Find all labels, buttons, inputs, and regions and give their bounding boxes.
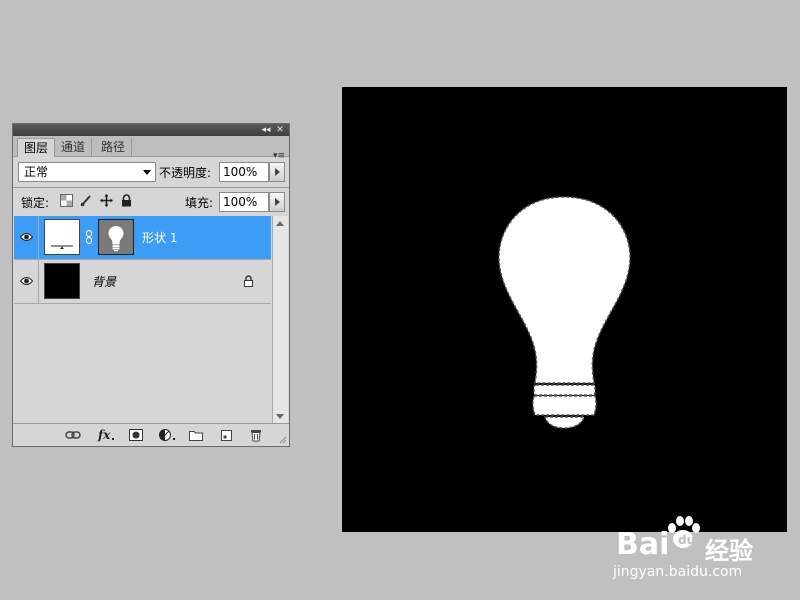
link-icon[interactable]: [65, 428, 81, 442]
visibility-toggle[interactable]: [14, 260, 39, 303]
layer-name[interactable]: 形状 1: [142, 229, 177, 246]
trash-icon[interactable]: [248, 428, 264, 442]
panel-bottom-bar: fx: [13, 423, 289, 446]
watermark-brand: Bai: [616, 527, 670, 562]
vector-mask-thumbnail: [98, 219, 134, 255]
layers-panel: ◂◂ ✕ 图层 通道 路径 ▾≡ 正常 不透明度: 100% 锁定: 填充: 1…: [12, 123, 290, 447]
layer-row-shape-1[interactable]: 形状 1: [14, 216, 271, 260]
adjustment-icon[interactable]: [158, 428, 178, 442]
scroll-down-icon[interactable]: [276, 414, 284, 419]
layer-row-background[interactable]: 背景: [14, 260, 271, 304]
panel-menu-icon[interactable]: ▾≡: [273, 151, 285, 161]
tab-paths[interactable]: 路径: [95, 138, 133, 156]
lock-label: 锁定:: [21, 196, 50, 210]
eye-icon: [20, 233, 33, 241]
document-canvas[interactable]: [342, 87, 787, 532]
fill-label: 填充:: [185, 196, 214, 210]
watermark-suffix: 经验: [705, 537, 753, 565]
layer-thumbnail: [44, 219, 80, 255]
folder-icon[interactable]: [188, 428, 204, 442]
eye-icon: [20, 277, 33, 285]
svg-text:fx: fx: [97, 428, 111, 442]
mask-icon[interactable]: [128, 428, 144, 442]
blend-mode-value: 正常: [24, 165, 49, 179]
watermark-url: jingyan.baidu.com: [613, 564, 743, 580]
baidu-watermark: du Bai 经验 jingyan.baidu.com: [610, 515, 790, 585]
fill-layer-icon: [51, 245, 73, 249]
lightbulb-shape[interactable]: [342, 87, 787, 532]
layers-scrollbar[interactable]: [272, 216, 288, 424]
divider: [13, 187, 289, 188]
close-icon[interactable]: ✕: [273, 124, 287, 136]
chevron-down-icon: [143, 170, 151, 175]
tab-layers[interactable]: 图层: [17, 138, 56, 157]
resize-grip-icon[interactable]: [279, 436, 287, 444]
layer-name[interactable]: 背景: [92, 273, 116, 290]
fx-icon[interactable]: fx: [97, 428, 117, 442]
lock-position-icon[interactable]: [100, 194, 113, 207]
opacity-input[interactable]: 100%: [219, 162, 269, 182]
tab-channels[interactable]: 通道: [55, 138, 93, 156]
scroll-up-icon[interactable]: [276, 221, 284, 226]
lightbulb-icon: [108, 226, 124, 252]
opacity-label: 不透明度:: [159, 166, 212, 180]
fill-input[interactable]: 100%: [219, 192, 269, 212]
collapse-icon[interactable]: ◂◂: [259, 124, 273, 136]
new-layer-icon[interactable]: [218, 428, 234, 442]
opacity-stepper[interactable]: [269, 162, 285, 182]
layer-thumbnail: [44, 263, 80, 299]
blend-mode-select[interactable]: 正常: [18, 162, 156, 182]
lock-transparent-pixels-icon[interactable]: [60, 194, 73, 207]
fill-stepper[interactable]: [269, 192, 285, 212]
visibility-toggle[interactable]: [14, 216, 39, 259]
svg-text:du: du: [678, 533, 695, 547]
panel-titlebar[interactable]: ◂◂ ✕: [13, 124, 289, 136]
lock-image-pixels-icon[interactable]: [80, 194, 93, 207]
lock-icon: [244, 275, 253, 287]
chain-link-icon[interactable]: [85, 230, 94, 244]
lock-all-icon[interactable]: [120, 194, 133, 207]
lightbulb-icon: [498, 196, 631, 429]
panel-tabs: 图层 通道 路径 ▾≡: [13, 136, 289, 161]
layers-list: 形状 1 背景: [14, 216, 271, 424]
